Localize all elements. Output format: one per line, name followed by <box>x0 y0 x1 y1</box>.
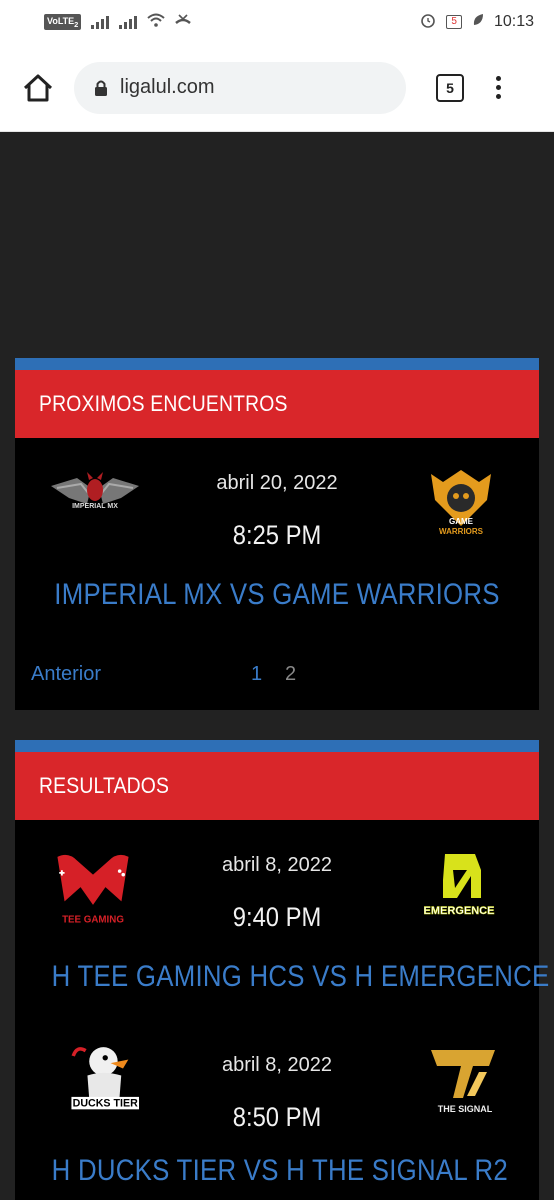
result-title-link[interactable]: H DUCKS TIER VS H THE SIGNAL R2 <box>52 1154 508 1188</box>
status-right: 5 10:13 <box>420 12 534 32</box>
emergence-logo-text: EMERGENCE <box>424 905 495 917</box>
result-card[interactable]: TEE GAMING abril 8, 2022 9:40 PM EMERGEN… <box>15 820 550 1030</box>
results-heading: RESULTADOS <box>39 773 170 798</box>
pagination-prev-link[interactable]: Anterior <box>31 663 101 686</box>
match-title-link[interactable]: IMPERIAL MX VS GAME WARRIORS <box>52 578 503 612</box>
sim-number: 2 <box>74 19 79 29</box>
signal-icon-2 <box>119 15 138 29</box>
result-title-link[interactable]: H TEE GAMING HCS VS H EMERGENCE <box>52 960 550 994</box>
missed-call-icon <box>175 13 192 31</box>
status-left: VoLTE2 <box>44 13 192 31</box>
battery-indicator: 5 <box>446 15 462 29</box>
volte-label: VoLTE <box>47 15 75 26</box>
section-blue-strip <box>15 740 539 752</box>
pagination-page-1[interactable]: 1 <box>251 663 262 686</box>
section-header: PROXIMOS ENCUENTROS <box>15 370 539 438</box>
lock-icon <box>95 80 107 96</box>
the-signal-logo-text: THE SIGNAL <box>438 1104 493 1114</box>
upcoming-heading: PROXIMOS ENCUENTROS <box>39 391 288 416</box>
the-signal-logo[interactable]: THE SIGNAL <box>417 1044 513 1124</box>
url-text: ligalul.com <box>120 76 215 98</box>
imperial-mx-logo-text: IMPERIAL MX <box>72 503 118 510</box>
alarm-icon <box>420 12 436 32</box>
browser-toolbar: ligalul.com 5 <box>0 44 554 132</box>
section-header: RESULTADOS <box>15 752 539 820</box>
tab-switcher-button[interactable]: 5 <box>436 73 464 102</box>
pagination-page-2[interactable]: 2 <box>285 663 296 686</box>
leaf-icon <box>472 13 484 31</box>
home-button[interactable] <box>18 68 58 108</box>
match-card[interactable]: IMPERIAL MX abril 20, 2022 8:25 PM GAME … <box>15 438 539 685</box>
volte-icon: VoLTE2 <box>44 13 82 31</box>
game-warriors-logo-text-1: GAME <box>449 517 474 526</box>
results-section: RESULTADOS TEE GAMING abril 8, 2022 9:40… <box>15 740 550 1200</box>
signal-icon <box>91 15 110 29</box>
status-bar: VoLTE2 5 10:13 <box>0 0 554 44</box>
section-blue-strip <box>15 358 539 370</box>
home-icon <box>23 74 53 101</box>
emergence-logo[interactable]: EMERGENCE <box>413 850 509 930</box>
wifi-icon <box>147 13 166 31</box>
pagination: Anterior 1 2 <box>15 663 539 693</box>
upcoming-section: PROXIMOS ENCUENTROS IMPERIAL MX abril 20… <box>15 358 539 710</box>
clock: 10:13 <box>493 13 534 30</box>
game-warriors-logo-text-2: WARRIORS <box>439 527 484 536</box>
game-warriors-logo[interactable]: GAME WARRIORS <box>413 466 509 546</box>
address-bar[interactable]: ligalul.com <box>74 61 406 114</box>
more-menu-button[interactable] <box>496 76 501 99</box>
page-content: PROXIMOS ENCUENTROS IMPERIAL MX abril 20… <box>0 132 554 1200</box>
result-card[interactable]: DUCKS TIER abril 8, 2022 8:50 PM THE SIG… <box>15 1030 539 1200</box>
